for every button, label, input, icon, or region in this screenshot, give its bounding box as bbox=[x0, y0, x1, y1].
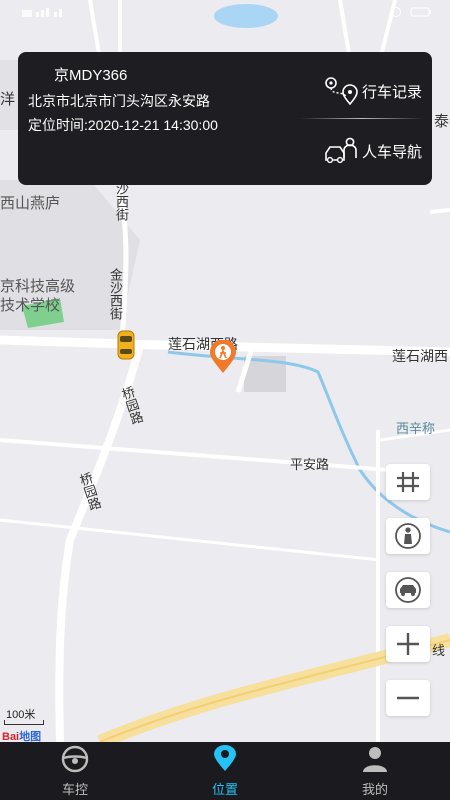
map-label-school-1: 京科技高级 bbox=[0, 278, 76, 295]
route-icon bbox=[325, 77, 358, 106]
status-signal-icons bbox=[22, 6, 102, 21]
zoom-out-button[interactable] bbox=[386, 680, 430, 716]
map-label-tai: 泰 bbox=[434, 113, 450, 130]
battery-icon bbox=[410, 7, 431, 17]
driving-records-button[interactable]: 行车记录 bbox=[324, 76, 422, 106]
location-time: 定位时间:2020-12-21 14:30:00 bbox=[28, 117, 218, 133]
vehicle-marker[interactable] bbox=[116, 330, 136, 360]
map-label-jinsha-mid: 金沙西街 bbox=[108, 268, 123, 320]
map-grid-button[interactable] bbox=[386, 464, 430, 500]
map-label-lianshi-2: 莲石湖西 bbox=[392, 348, 448, 364]
tab-vehicle-control-label: 车控 bbox=[61, 781, 88, 797]
map-label-xishan: 西山燕庐 bbox=[0, 195, 61, 212]
map-label-xian: 线 bbox=[432, 643, 446, 658]
location-pin-icon bbox=[214, 744, 236, 771]
grid-icon bbox=[397, 472, 419, 492]
vehicle-address: 北京市北京市门头沟区永安路 bbox=[28, 93, 210, 109]
alarm-icon bbox=[391, 7, 401, 17]
vehicle-info-card: 京MDY366 北京市北京市门头沟区永安路 定位时间:2020-12-21 14… bbox=[18, 52, 432, 185]
map-label-yang: 洋 bbox=[0, 91, 16, 108]
card-divider bbox=[300, 118, 424, 119]
map-scale-bar bbox=[4, 720, 44, 725]
map-label-pingan: 平安路 bbox=[290, 457, 330, 472]
person-icon bbox=[395, 523, 421, 549]
locate-person-button[interactable] bbox=[386, 518, 430, 554]
status-right-icons bbox=[390, 6, 432, 18]
map-label-xixin: 西辛称 bbox=[396, 421, 436, 436]
tab-vehicle-control[interactable]: 车控 bbox=[0, 742, 150, 800]
zoom-in-icon bbox=[397, 633, 419, 655]
map-label-jinsha-top: 沙西街 bbox=[114, 182, 129, 221]
person-car-icon bbox=[325, 137, 357, 164]
tab-location[interactable]: 位置 bbox=[150, 742, 300, 800]
zoom-in-button[interactable] bbox=[386, 626, 430, 662]
car-icon bbox=[395, 577, 421, 603]
steering-wheel-icon bbox=[61, 745, 89, 772]
zoom-out-icon bbox=[397, 696, 419, 700]
tab-mine-label: 我的 bbox=[361, 781, 388, 797]
profile-icon bbox=[363, 746, 387, 772]
license-plate: 京MDY366 bbox=[54, 67, 128, 84]
tab-location-label: 位置 bbox=[211, 781, 238, 797]
person-car-navigation-button[interactable]: 人车导航 bbox=[324, 136, 422, 166]
locate-car-button[interactable] bbox=[386, 572, 430, 608]
person-location-pin[interactable] bbox=[208, 340, 238, 374]
status-bar bbox=[0, 0, 450, 26]
bottom-tab-bar: 车控 位置 我的 bbox=[0, 742, 450, 800]
person-car-navigation-label: 人车导航 bbox=[361, 143, 422, 161]
map-label-school-2: 技术学校 bbox=[0, 297, 61, 314]
tab-mine[interactable]: 我的 bbox=[300, 742, 450, 800]
driving-records-label: 行车记录 bbox=[361, 83, 422, 101]
